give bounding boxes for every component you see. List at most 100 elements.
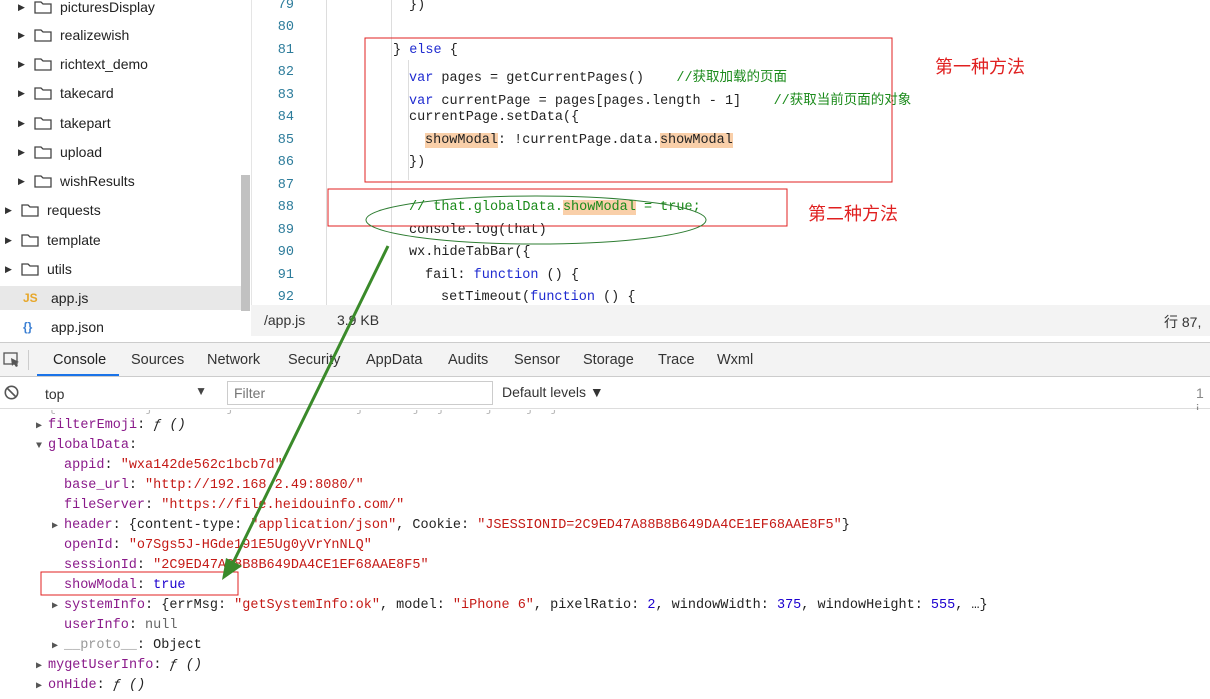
tree-item-picturesDisplay[interactable]: ▶ picturesDisplay [18,0,155,18]
tab-network[interactable]: Network [207,352,260,368]
expand-arrow-icon[interactable]: ▶ [18,147,28,158]
code-editor[interactable]: 79 80 81 82 83 84 85 86 87 88 89 90 91 9… [251,0,1210,305]
console-prop-mygetUserInfo[interactable]: ▶ mygetUserInfo: ƒ () [36,656,202,676]
tab-console[interactable]: Console [53,352,106,368]
expand-arrow-icon[interactable]: ▶ [5,264,15,275]
tree-item-takepart[interactable]: ▶ takepart [18,112,111,134]
tree-scrollbar[interactable] [241,175,250,311]
code-line-88: // that.globalData.showModal = true; [409,200,701,215]
expand-arrow-icon[interactable]: ▶ [5,205,15,216]
tree-item-app-json[interactable]: {} app.json [23,316,104,338]
tree-item-label: upload [60,144,103,160]
expand-arrow-icon[interactable]: ▶ [18,118,28,129]
file-size: 3.9 KB [337,312,380,328]
tree-item-label: app.json [51,319,104,335]
devtools-tabbar: Console Sources Network Security AppData… [0,342,1210,377]
console-prop-onHide[interactable]: ▶ onHide: ƒ () [36,676,145,696]
tab-security[interactable]: Security [288,352,340,368]
expand-arrow-icon[interactable]: ▶ [18,2,28,13]
code-text: pages = getCurrentPages() [433,71,677,86]
console-filter-input[interactable] [227,381,493,405]
line-number: 85 [277,133,294,148]
tree-item-utils[interactable]: ▶ utils [5,258,72,280]
tab-trace[interactable]: Trace [658,352,695,368]
tree-item-takecard[interactable]: ▶ takecard [18,82,114,104]
folder-icon [34,146,52,159]
tree-item-wishResults[interactable]: ▶ wishResults [18,170,135,192]
expand-arrow-icon[interactable]: ▶ [18,59,28,70]
folder-icon [21,263,39,276]
expand-triangle-icon[interactable]: ▶ [52,637,64,657]
clear-console-icon[interactable] [4,385,19,400]
tab-storage[interactable]: Storage [583,352,634,368]
folder-icon [34,29,52,42]
context-value: top [45,386,65,402]
tree-item-template[interactable]: ▶ template [5,229,101,251]
code-line-86: }) [409,155,426,170]
console-prop-systemInfo[interactable]: ▶ systemInfo: {errMsg: "getSystemInfo:ok"… [52,596,988,616]
expand-triangle-icon[interactable]: ▶ [52,597,64,617]
collapse-triangle-icon[interactable]: ▼ [36,437,48,457]
tree-item-label: requests [47,202,101,218]
tab-appdata[interactable]: AppData [366,352,422,368]
highlighted-identifier: showModal [562,200,636,215]
line-number: 89 [277,223,294,238]
code-keyword: var [409,94,434,109]
context-selector[interactable]: top ▼ [37,383,211,404]
console-prop-proto[interactable]: ▶ __proto__: Object [52,636,202,656]
console-prop-openId: openId: "o7Sgs5J-HGde191E5Ug0yVrYnNLQ" [64,538,372,553]
file-tree: ▶ picturesDisplay ▶ realizewish ▶ richte… [0,0,251,338]
expand-arrow-icon[interactable]: ▶ [5,235,15,246]
line-number: 92 [277,290,294,305]
console-prop-globalData[interactable]: ▼ globalData: [36,436,137,456]
folder-icon [21,234,39,247]
expand-triangle-icon[interactable]: ▶ [52,517,64,537]
expand-arrow-icon[interactable]: ▶ [18,30,28,41]
code-keyword: function [530,290,595,305]
tree-item-richtext-demo[interactable]: ▶ richtext_demo [18,53,148,75]
code-text: { [441,43,458,58]
console-prop-sessionId: sessionId: "2C9ED47A88B8B649DA4CE1EF68AA… [64,558,429,573]
tab-wxml[interactable]: Wxml [717,352,753,368]
file-path: /app.js [264,312,306,328]
console-prop-userInfo: userInfo: null [64,618,178,633]
folder-icon [34,1,52,14]
line-number: 83 [277,88,294,103]
folder-icon [34,87,52,100]
line-number: 86 [277,155,294,170]
tree-item-requests[interactable]: ▶ requests [5,199,101,221]
tree-item-label: richtext_demo [60,56,148,72]
expand-triangle-icon[interactable]: ▶ [36,417,48,437]
tree-item-upload[interactable]: ▶ upload [18,141,102,163]
tab-audits[interactable]: Audits [448,352,488,368]
indent-guide [326,0,327,305]
tree-item-realizewish[interactable]: ▶ realizewish [18,24,129,46]
code-text: () { [538,268,579,283]
tab-sensor[interactable]: Sensor [514,352,560,368]
tree-item-label: template [47,232,101,248]
tree-item-app-js[interactable]: JS app.js [0,286,241,310]
console-prop-header[interactable]: ▶ header: {content-type: "application/jso… [52,516,850,536]
code-line-84: currentPage.setData({ [409,110,580,125]
code-text: } [393,43,410,58]
highlighted-identifier: showModal [425,133,498,148]
code-line-92: setTimeout(function () { [441,290,635,305]
json-file-icon: {} [23,320,33,334]
code-line-91: fail: function () { [425,268,579,283]
expand-triangle-icon[interactable]: ▶ [36,657,48,677]
js-file-icon: JS [23,291,38,305]
cursor-position: 行 87, [1164,314,1202,330]
log-levels-dropdown[interactable]: Default levels ▼ [502,384,604,400]
line-number: 82 [277,65,294,80]
inspect-element-icon[interactable] [3,352,21,368]
tab-sources[interactable]: Sources [131,352,184,368]
tree-item-label: picturesDisplay [60,0,155,15]
expand-arrow-icon[interactable]: ▶ [18,88,28,99]
folder-icon [34,58,52,71]
line-number: 88 [277,200,294,215]
expand-triangle-icon[interactable]: ▶ [36,677,48,697]
code-text: : !currentPage.data. [497,133,660,148]
console-prop-base-url: base_url: "http://192.168.2.49:8080/" [64,478,364,493]
expand-arrow-icon[interactable]: ▶ [18,176,28,187]
console-prop-filterEmoji[interactable]: ▶ filterEmoji: ƒ () [36,416,186,436]
